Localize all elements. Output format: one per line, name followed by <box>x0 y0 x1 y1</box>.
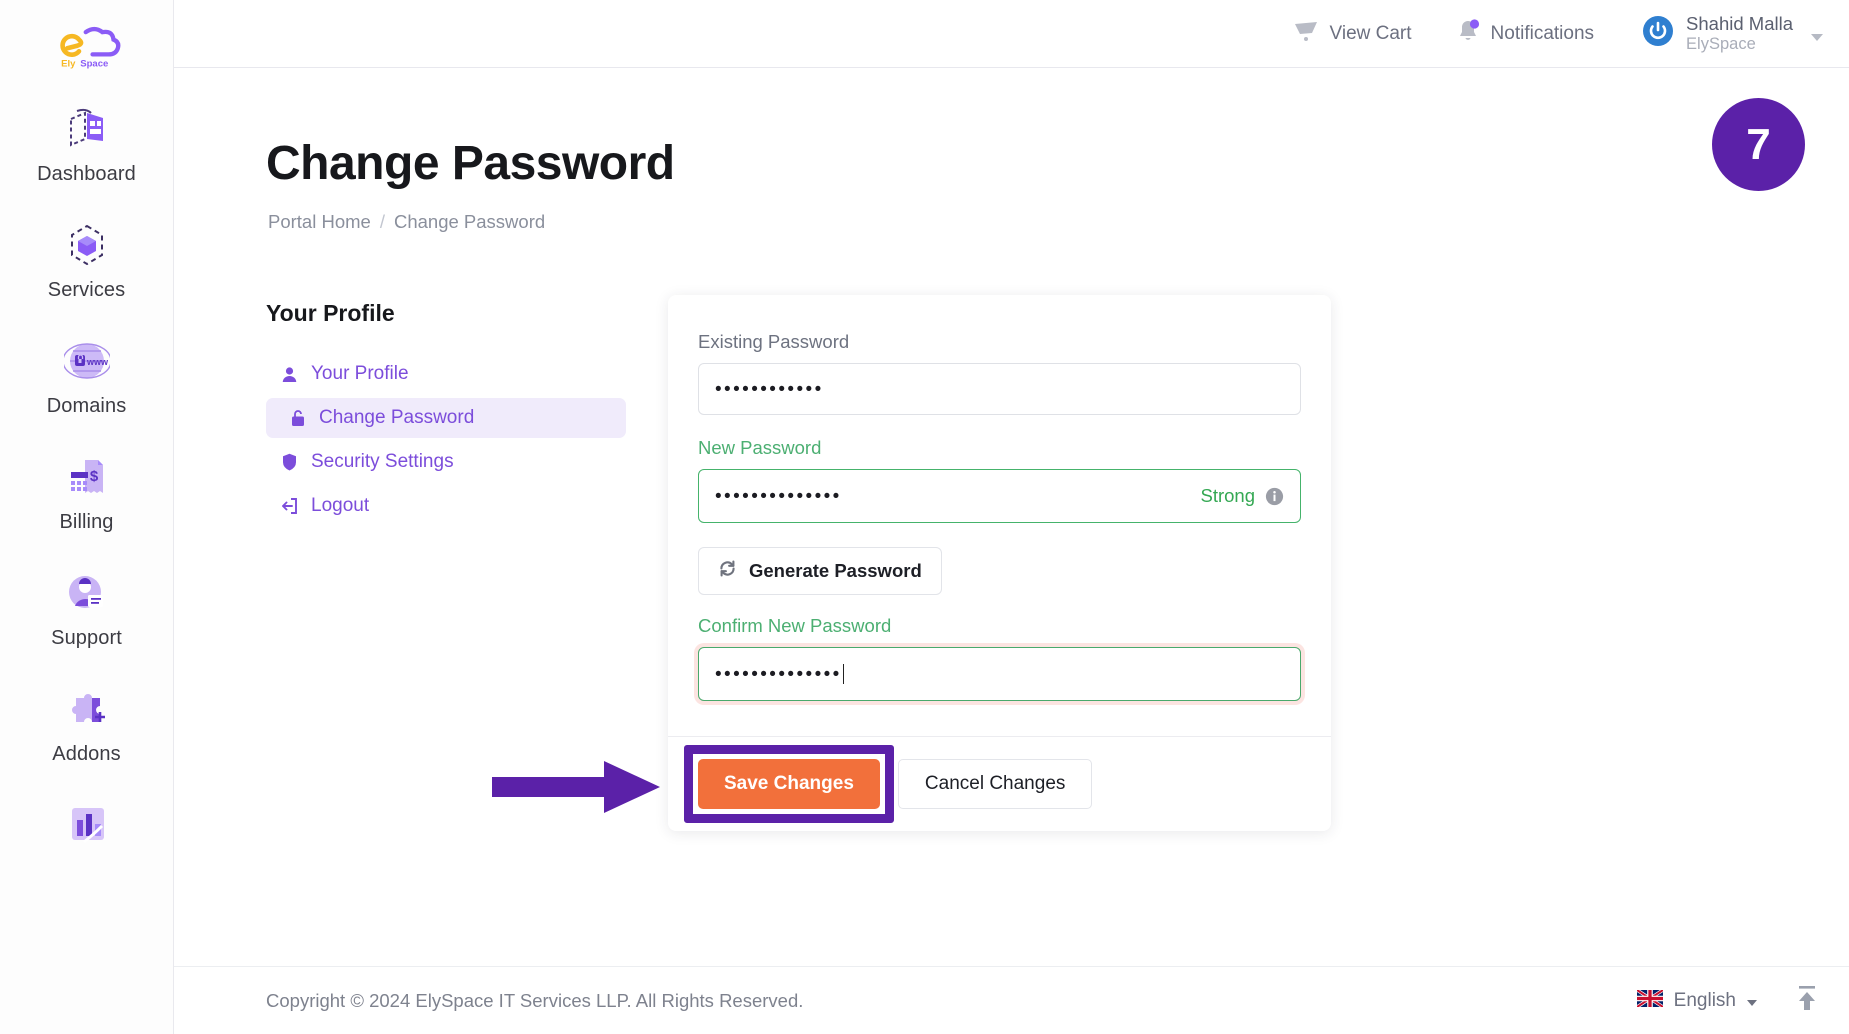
chevron-down-icon[interactable] <box>1747 999 1757 1006</box>
breadcrumb: Portal Home / Change Password <box>268 211 545 233</box>
view-cart-button[interactable]: View Cart <box>1293 20 1412 47</box>
page-title: Change Password <box>266 137 675 190</box>
existing-password-input[interactable]: •••••••••••• <box>698 363 1301 415</box>
step-badge: 7 <box>1712 98 1805 191</box>
notifications-label: Notifications <box>1490 22 1595 44</box>
sidebar-label: Dashboard <box>37 163 136 186</box>
sidebar-item-billing[interactable]: $ Billing <box>0 452 173 534</box>
confirm-password-input[interactable]: •••••••••••••• <box>698 647 1301 701</box>
password-strength-indicator: Strong <box>1200 485 1284 507</box>
user-org: ElySpace <box>1686 34 1756 53</box>
text-caret <box>842 664 845 684</box>
profile-nav-label: Security Settings <box>311 451 454 472</box>
svg-text:www: www <box>86 357 109 367</box>
sidebar-label: Domains <box>46 395 127 418</box>
scroll-to-top-button[interactable] <box>1795 985 1819 1016</box>
save-changes-button[interactable]: Save Changes <box>698 759 880 809</box>
sidebar-label: Services <box>47 279 126 302</box>
sidebar-label: Billing <box>59 511 114 534</box>
new-password-input[interactable]: •••••••••••••• Strong <box>698 469 1301 523</box>
notifications-button[interactable]: Notifications <box>1456 18 1595 49</box>
annotation-arrow-icon <box>492 761 660 813</box>
svg-text:$: $ <box>89 468 98 485</box>
uk-flag-icon <box>1635 988 1664 1012</box>
new-password-value: •••••••••••••• <box>715 485 842 507</box>
lock-icon <box>288 409 307 428</box>
language-label: English <box>1673 989 1736 1011</box>
services-cube-icon <box>60 220 114 270</box>
profile-nav-label: Your Profile <box>311 363 409 384</box>
save-button-wrapper: Save Changes <box>684 745 894 823</box>
logout-icon <box>280 497 299 516</box>
shield-icon <box>280 453 299 472</box>
breadcrumb-current: Change Password <box>393 211 546 232</box>
billing-invoice-icon: $ <box>60 452 114 502</box>
sidebar-item-dashboard[interactable]: Dashboard <box>0 104 173 186</box>
sidebar-item-reports[interactable] <box>0 800 173 859</box>
reports-bar-chart-icon <box>60 800 114 850</box>
card-footer: Save Changes Cancel Changes <box>668 736 1331 831</box>
profile-nav-item-change-password[interactable]: Change Password <box>266 398 626 438</box>
breadcrumb-portal-home[interactable]: Portal Home <box>268 211 371 233</box>
user-name: Shahid Malla <box>1686 13 1793 35</box>
change-password-card: Existing Password •••••••••••• New Passw… <box>668 295 1331 831</box>
generate-password-label: Generate Password <box>749 560 922 581</box>
user-icon <box>280 365 299 384</box>
page-footer: Copyright © 2024 ElySpace IT Services LL… <box>174 966 1849 1034</box>
generate-password-button[interactable]: Generate Password <box>698 547 942 595</box>
top-header: View Cart Notifications Shahid Malla Ely… <box>174 0 1849 68</box>
existing-password-field: Existing Password •••••••••••• <box>698 331 1301 415</box>
profile-nav-label: Change Password <box>319 407 475 428</box>
sidebar: Ely Space Dashboard Services www Domains… <box>0 0 174 1034</box>
arrow-up-to-line-icon <box>1795 985 1819 1016</box>
profile-nav-label: Logout <box>311 495 370 516</box>
bell-icon <box>1456 18 1480 49</box>
svg-text:Space: Space <box>80 59 108 70</box>
refresh-icon <box>718 559 737 583</box>
confirm-password-field: Confirm New Password •••••••••••••• <box>698 615 1301 701</box>
existing-password-value: •••••••••••• <box>715 378 824 400</box>
confirm-password-value: •••••••••••••• <box>715 663 842 685</box>
profile-nav: Your Profile Your Profile Change Passwor… <box>266 300 626 530</box>
view-cart-label: View Cart <box>1329 22 1412 44</box>
cart-icon <box>1293 20 1319 47</box>
new-password-label: New Password <box>698 437 822 458</box>
profile-nav-item-logout[interactable]: Logout <box>266 486 626 526</box>
svg-text:Ely: Ely <box>61 59 76 70</box>
footer-right: English <box>1635 985 1819 1016</box>
sidebar-item-domains[interactable]: www Domains <box>0 336 173 418</box>
cancel-changes-button[interactable]: Cancel Changes <box>897 759 1093 809</box>
avatar <box>1642 15 1674 52</box>
copyright-text: Copyright © 2024 ElySpace IT Services LL… <box>266 989 804 1011</box>
brand-logo[interactable]: Ely Space <box>0 0 173 70</box>
new-password-field: New Password •••••••••••••• Strong <box>698 437 1301 523</box>
info-icon[interactable] <box>1265 487 1284 506</box>
chevron-down-icon[interactable] <box>1811 33 1823 41</box>
main-content: Change Password Portal Home / Change Pas… <box>174 68 1849 966</box>
sidebar-item-services[interactable]: Services <box>0 220 173 302</box>
breadcrumb-separator: / <box>379 211 385 232</box>
profile-nav-title: Your Profile <box>266 300 395 326</box>
profile-nav-item-your-profile[interactable]: Your Profile <box>266 354 626 394</box>
confirm-password-label: Confirm New Password <box>698 615 892 636</box>
language-selector[interactable]: English <box>1635 988 1757 1012</box>
addons-puzzle-plus-icon <box>60 684 114 734</box>
user-menu[interactable]: Shahid Malla ElySpace <box>1642 13 1823 53</box>
dashboard-icon <box>60 104 114 154</box>
sidebar-label: Addons <box>52 743 121 766</box>
sidebar-item-addons[interactable]: Addons <box>0 684 173 766</box>
sidebar-item-support[interactable]: Support <box>0 568 173 650</box>
domains-globe-www-icon: www <box>60 336 114 386</box>
elyspace-cloud-logo-icon: Ely Space <box>59 26 120 70</box>
support-agent-icon <box>60 568 114 618</box>
existing-password-label: Existing Password <box>698 331 850 352</box>
profile-nav-item-security-settings[interactable]: Security Settings <box>266 442 626 482</box>
strength-label: Strong <box>1200 485 1255 506</box>
sidebar-label: Support <box>51 627 122 650</box>
card-body: Existing Password •••••••••••• New Passw… <box>668 295 1331 736</box>
